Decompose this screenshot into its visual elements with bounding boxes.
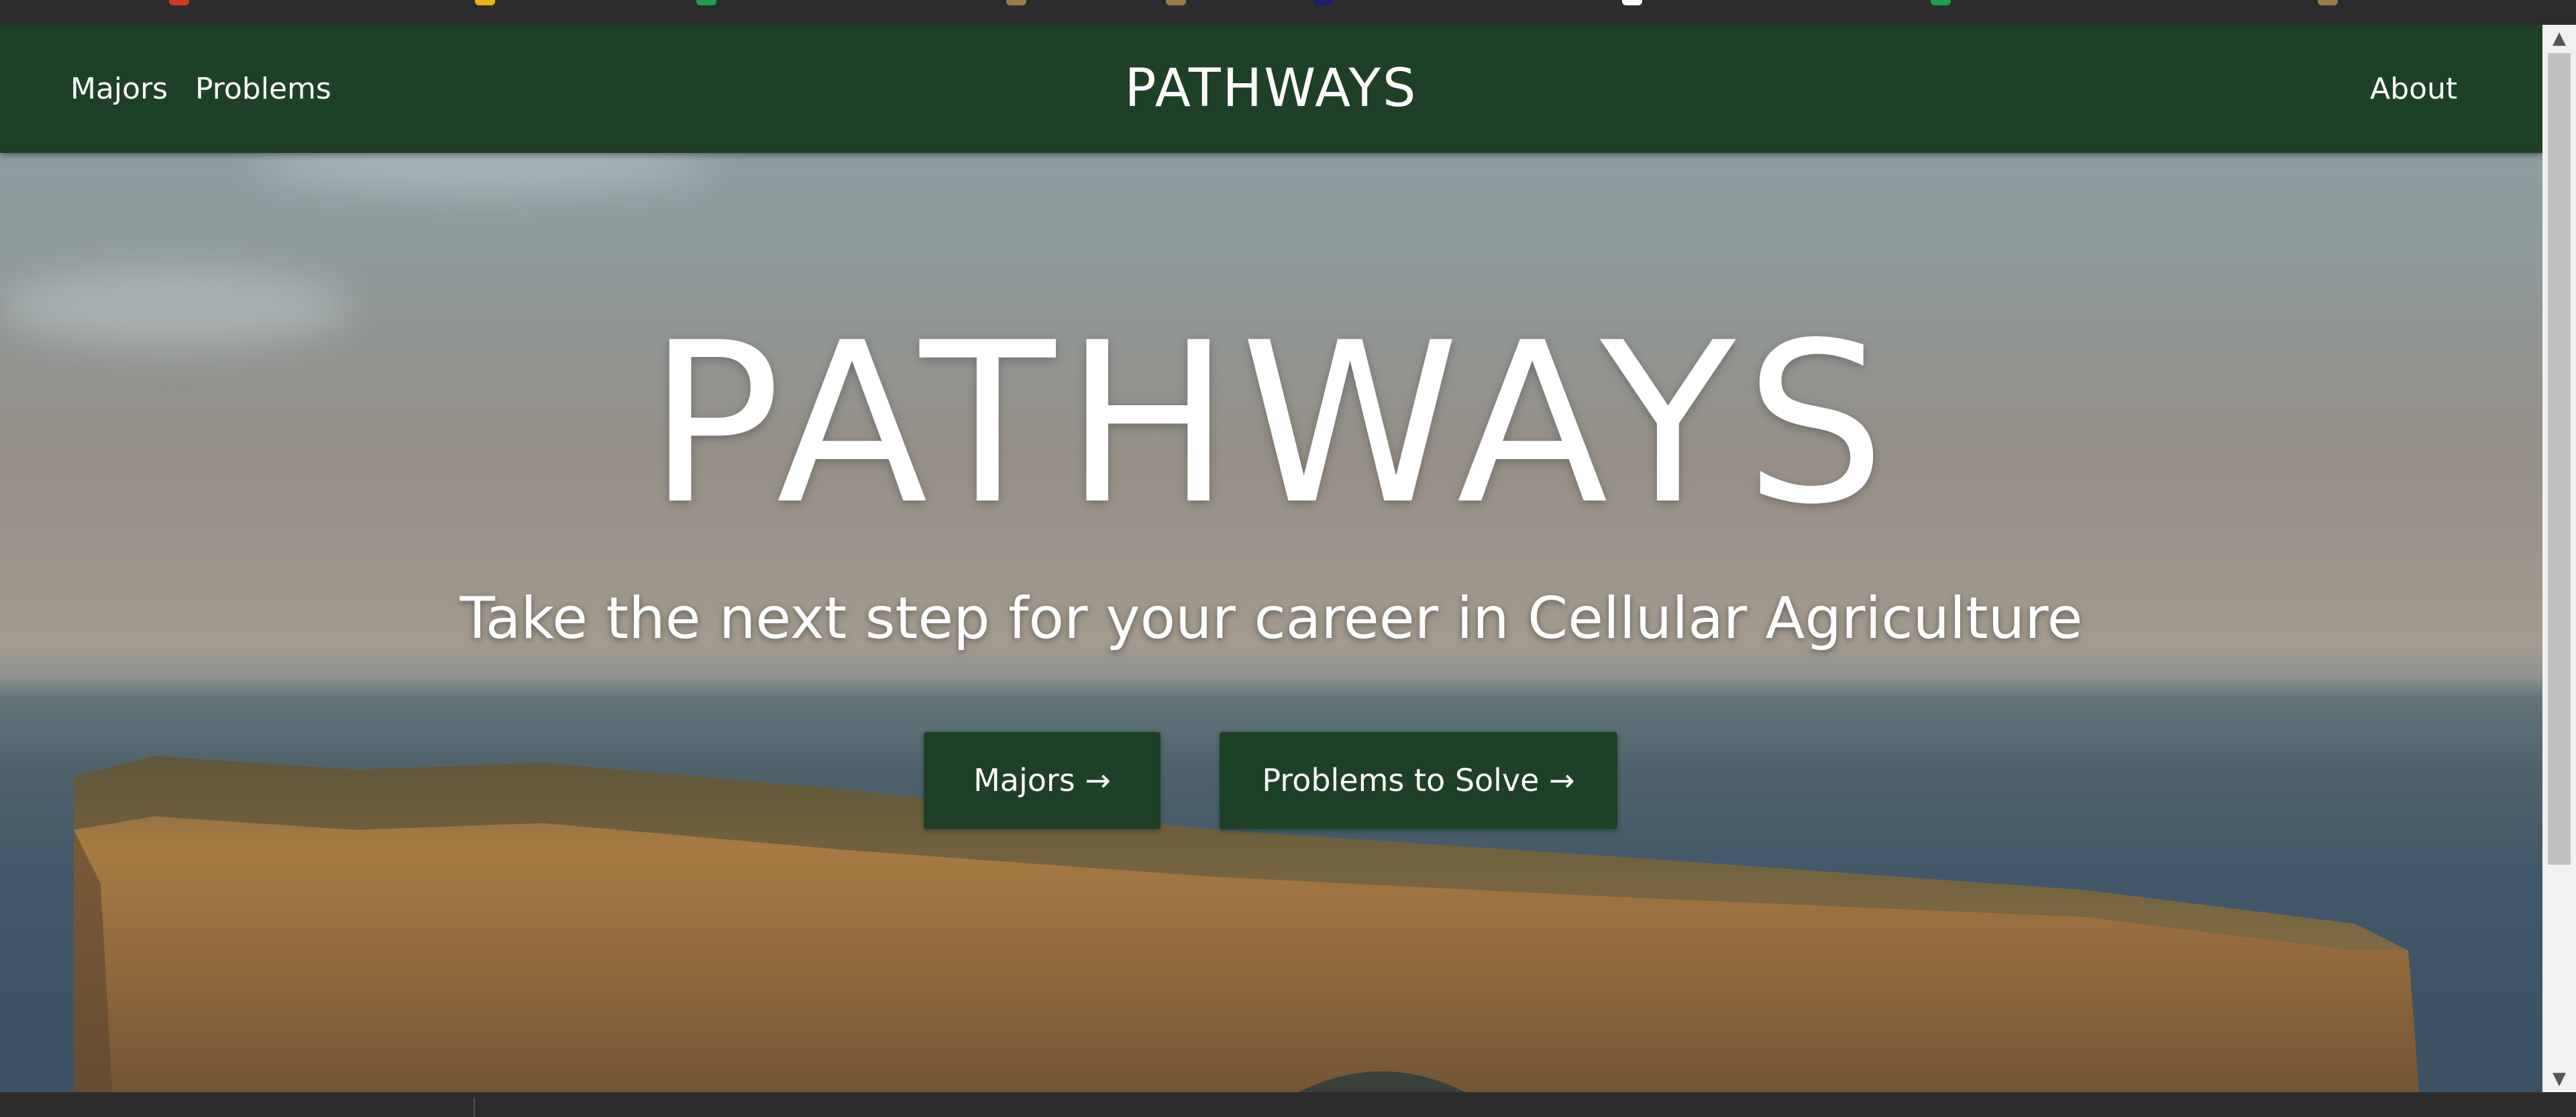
nav-link-majors[interactable]: Majors	[70, 25, 168, 153]
tab-favicon-tan-3[interactable]	[2318, 0, 2338, 5]
tab-favicon-red[interactable]	[169, 0, 189, 5]
top-navbar: Majors Problems PATHWAYS About	[0, 25, 2542, 153]
brand-wrapper: PATHWAYS	[0, 25, 2542, 153]
browser-top-strip	[0, 0, 2576, 25]
scroll-down-arrow-icon[interactable]: ▼	[2542, 1065, 2576, 1092]
tab-favicon-green-2[interactable]	[1931, 0, 1951, 5]
tab-favicon-tan[interactable]	[1006, 0, 1026, 5]
hero-subtitle: Take the next step for your career in Ce…	[460, 585, 2083, 652]
brand-logo-text[interactable]: PATHWAYS	[1125, 58, 1418, 119]
tab-favicon-tan-2[interactable]	[1166, 0, 1186, 5]
scrollbar-thumb[interactable]	[2548, 53, 2571, 865]
vertical-scrollbar[interactable]: ▲ ▼	[2542, 25, 2576, 1092]
hero-title: PATHWAYS	[647, 295, 1895, 553]
nav-link-problems[interactable]: Problems	[195, 25, 331, 153]
page-viewport: PATHWAYS Take the next step for your car…	[0, 25, 2542, 1092]
tab-favicon-green[interactable]	[696, 0, 716, 5]
tab-favicon-white[interactable]	[1622, 0, 1642, 5]
bottom-bar-divider	[474, 1098, 475, 1117]
browser-bottom-bar	[0, 1092, 2576, 1117]
tab-favicon-yellow[interactable]	[475, 0, 495, 5]
nav-link-about[interactable]: About	[2370, 25, 2457, 153]
problems-to-solve-button[interactable]: Problems to Solve →	[1220, 732, 1617, 829]
scroll-up-arrow-icon[interactable]: ▲	[2542, 25, 2576, 52]
majors-button[interactable]: Majors →	[924, 732, 1161, 829]
tab-favicon-navy[interactable]	[1313, 0, 1334, 5]
hero-section: PATHWAYS Take the next step for your car…	[0, 25, 2542, 1092]
